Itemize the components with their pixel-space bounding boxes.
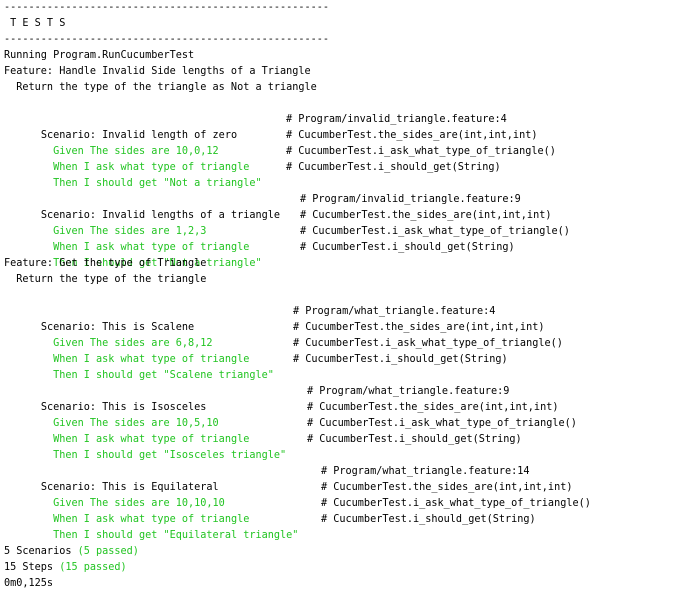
scenario-title: Scenario: This is Equilateral # Program/… [4, 464, 676, 493]
step-line: When I ask what type of triangle # Cucum… [4, 496, 676, 525]
step-line: Then I should get "Equilateral triangle"… [4, 512, 676, 541]
feature-description: Return the type of the triangle [4, 274, 207, 285]
separator-bottom: ----------------------------------------… [4, 34, 330, 45]
scenario-title: Scenario: This is Scalene # Program/what… [4, 304, 676, 333]
scenario-location-comment: # Program/what_triangle.feature:4 [293, 306, 496, 317]
separator-top: ----------------------------------------… [4, 2, 330, 13]
step-line: When I ask what type of triangle # Cucum… [4, 336, 676, 365]
step-line: Given The sides are 6,8,12 # CucumberTes… [4, 320, 676, 349]
scenarios-summary: 5 Scenarios (5 passed) [4, 544, 676, 560]
step-comment: # CucumberTest.i_should_get(String) [293, 354, 508, 365]
step-comment: # CucumberTest.i_should_get(String) [300, 242, 515, 253]
scenario-title: Scenario: This is Isosceles # Program/wh… [4, 384, 676, 413]
step-comment: # CucumberTest.the_sides_are(int,int,int… [293, 322, 545, 333]
step-line: Then I should get "Not a triangle" # Cuc… [4, 240, 676, 269]
step-comment: # CucumberTest.the_sides_are(int,int,int… [307, 402, 559, 413]
step-comment: # CucumberTest.i_should_get(String) [321, 514, 536, 525]
step-line: Then I should get "Scalene triangle" # C… [4, 352, 676, 381]
step-comment: # CucumberTest.the_sides_are(int,int,int… [300, 210, 552, 221]
scenario-location-comment: # Program/what_triangle.feature:14 [321, 466, 530, 477]
step-comment: # CucumberTest.the_sides_are(int,int,int… [321, 482, 573, 493]
console-output: ----------------------------------------… [0, 0, 676, 592]
step-comment: # CucumberTest.i_ask_what_type_of_triang… [321, 498, 591, 509]
feature-title: Feature: Get the type of Triangle [4, 258, 207, 269]
step-comment: # CucumberTest.i_should_get(String) [286, 162, 501, 173]
scenarios-count: 5 Scenarios [4, 546, 78, 557]
scenario-location-comment: # Program/what_triangle.feature:9 [307, 386, 510, 397]
step-comment: # CucumberTest.i_ask_what_type_of_triang… [293, 338, 563, 349]
scenarios-passed: (5 passed) [77, 546, 139, 557]
step-line: Then I should get "Not a triangle" # Cuc… [4, 160, 676, 189]
step-line: Given The sides are 1,2,3 # CucumberTest… [4, 208, 676, 237]
step-line: Given The sides are 10,10,10 # CucumberT… [4, 480, 676, 509]
feature-title: Feature: Handle Invalid Side lengths of … [4, 66, 311, 77]
step-comment: # CucumberTest.i_ask_what_type_of_triang… [300, 226, 570, 237]
step-comment: # CucumberTest.i_ask_what_type_of_triang… [307, 418, 577, 429]
running-line: Running Program.RunCucumberTest [4, 50, 195, 61]
scenario-title: Scenario: Invalid lengths of a triangle … [4, 192, 676, 221]
feature-description: Return the type of the triangle as Not a… [4, 82, 317, 93]
step-comment: # CucumberTest.i_should_get(String) [307, 434, 522, 445]
duration: 0m0,125s [4, 578, 54, 589]
scenario-title: Scenario: Invalid length of zero # Progr… [4, 112, 676, 141]
tests-header: T E S T S [4, 18, 66, 29]
step-line: Given The sides are 10,0,12 # CucumberTe… [4, 128, 676, 157]
step-line: Given The sides are 10,5,10 # CucumberTe… [4, 400, 676, 429]
steps-summary: 15 Steps (15 passed) [4, 560, 676, 576]
scenario-location-comment: # Program/invalid_triangle.feature:4 [286, 114, 507, 125]
scenario-location-comment: # Program/invalid_triangle.feature:9 [300, 194, 521, 205]
step-comment: # CucumberTest.i_ask_what_type_of_triang… [286, 146, 556, 157]
step-line: When I ask what type of triangle # Cucum… [4, 144, 676, 173]
step-line: Then I should get "Isosceles triangle" #… [4, 432, 676, 461]
step-line: When I ask what type of triangle # Cucum… [4, 224, 676, 253]
steps-count: 15 Steps [4, 562, 60, 573]
step-comment: # CucumberTest.the_sides_are(int,int,int… [286, 130, 538, 141]
steps-passed: (15 passed) [59, 562, 127, 573]
step-line: When I ask what type of triangle # Cucum… [4, 416, 676, 445]
